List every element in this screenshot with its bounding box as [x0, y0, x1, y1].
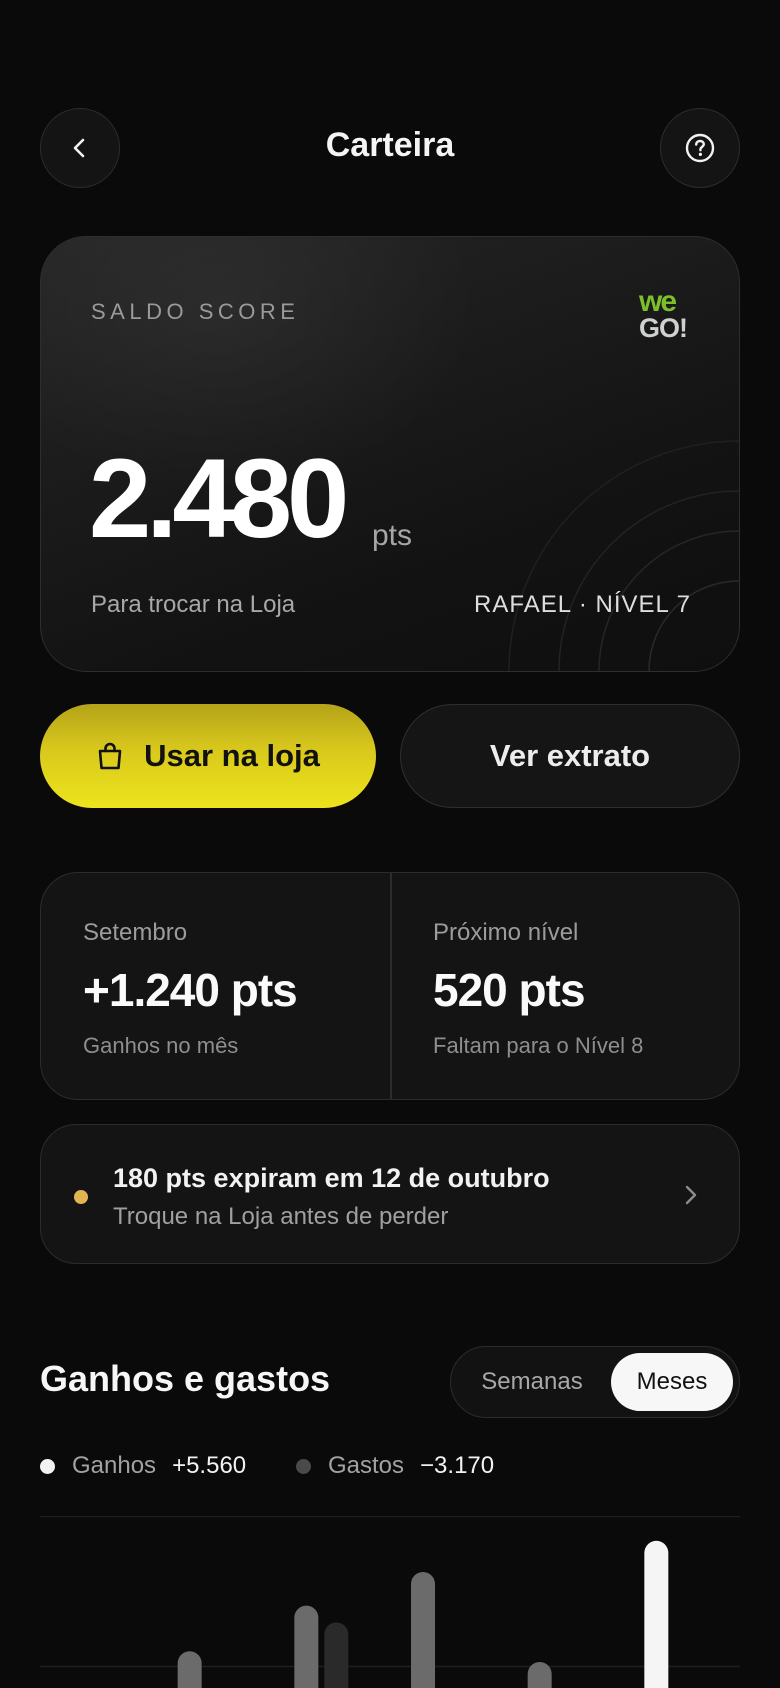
stat-value: 520 pts — [433, 964, 586, 1016]
card-owner-level: RAFAEL · NÍVEL 7 — [474, 591, 691, 618]
stats-panel: Setembro +1.240 pts Ganhos no mês Próxim… — [40, 872, 740, 1100]
legend-gains-total: +5.560 — [172, 1452, 247, 1479]
next-level-stat: Próximo nível 520 pts Faltam para o Níve… — [433, 919, 643, 1059]
card-decorative-rings — [508, 440, 739, 671]
stat-description: Faltam para o Nível 8 — [433, 1033, 644, 1058]
gains-spend-chart — [40, 1516, 740, 1688]
gains-bar — [411, 1572, 435, 1688]
tab-months[interactable]: Meses — [611, 1353, 733, 1411]
gains-bar — [644, 1540, 669, 1688]
warning-dot-icon — [74, 1190, 88, 1204]
help-button[interactable] — [660, 108, 740, 188]
card-subtitle: Para trocar na Loja — [91, 591, 296, 618]
use-in-store-label: Usar na loja — [144, 738, 320, 773]
legend-spend-total: −3.170 — [420, 1452, 495, 1479]
view-statement-button[interactable]: Ver extrato — [400, 704, 740, 808]
stats-divider — [390, 873, 392, 1099]
gains-bar — [177, 1651, 202, 1688]
legend-gains-dot — [40, 1458, 55, 1474]
legend-spend-dot — [296, 1458, 311, 1474]
use-in-store-button[interactable]: Usar na loja — [40, 704, 376, 808]
chart-svg — [40, 1516, 740, 1688]
gains-bar — [294, 1605, 319, 1688]
stat-label: Setembro — [83, 919, 188, 946]
expiry-subtitle: Troque na Loja antes de perder — [113, 1203, 449, 1230]
period-toggle: Semanas Meses — [450, 1346, 740, 1418]
monthly-gains-stat: Setembro +1.240 pts Ganhos no mês — [83, 919, 298, 1059]
stat-label: Próximo nível — [433, 919, 579, 946]
expiry-title: 180 pts expiram em 12 de outubro — [113, 1163, 550, 1193]
legend-spend-name: Gastos — [328, 1452, 405, 1479]
expiry-banner[interactable]: 180 pts expiram em 12 de outubro Troque … — [40, 1124, 740, 1264]
legend-gains-name: Ganhos — [72, 1452, 157, 1479]
shopping-bag-icon — [98, 742, 122, 770]
card-label: SALDO SCORE — [91, 299, 300, 324]
balance-value: 2.480 — [89, 436, 349, 561]
legend-gains: Ganhos +5.560 — [40, 1452, 246, 1480]
gains-bar — [527, 1662, 552, 1688]
question-circle-icon — [685, 133, 715, 163]
section-title: Ganhos e gastos — [40, 1358, 331, 1399]
tab-weeks[interactable]: Semanas — [457, 1353, 607, 1411]
stat-value: +1.240 pts — [83, 964, 298, 1016]
spend-bar — [324, 1622, 349, 1688]
balance-card: SALDO SCORE we GO! 2.480 pts Para trocar… — [40, 236, 740, 672]
balance-unit: pts — [372, 519, 413, 552]
view-statement-label: Ver extrato — [489, 738, 651, 773]
wego-logo: we GO! — [638, 285, 688, 341]
legend-spend: Gastos −3.170 — [296, 1452, 494, 1480]
chevron-right-icon — [685, 1185, 697, 1205]
stat-description: Ganhos no mês — [83, 1033, 239, 1058]
logo-bottom: GO! — [639, 313, 687, 341]
